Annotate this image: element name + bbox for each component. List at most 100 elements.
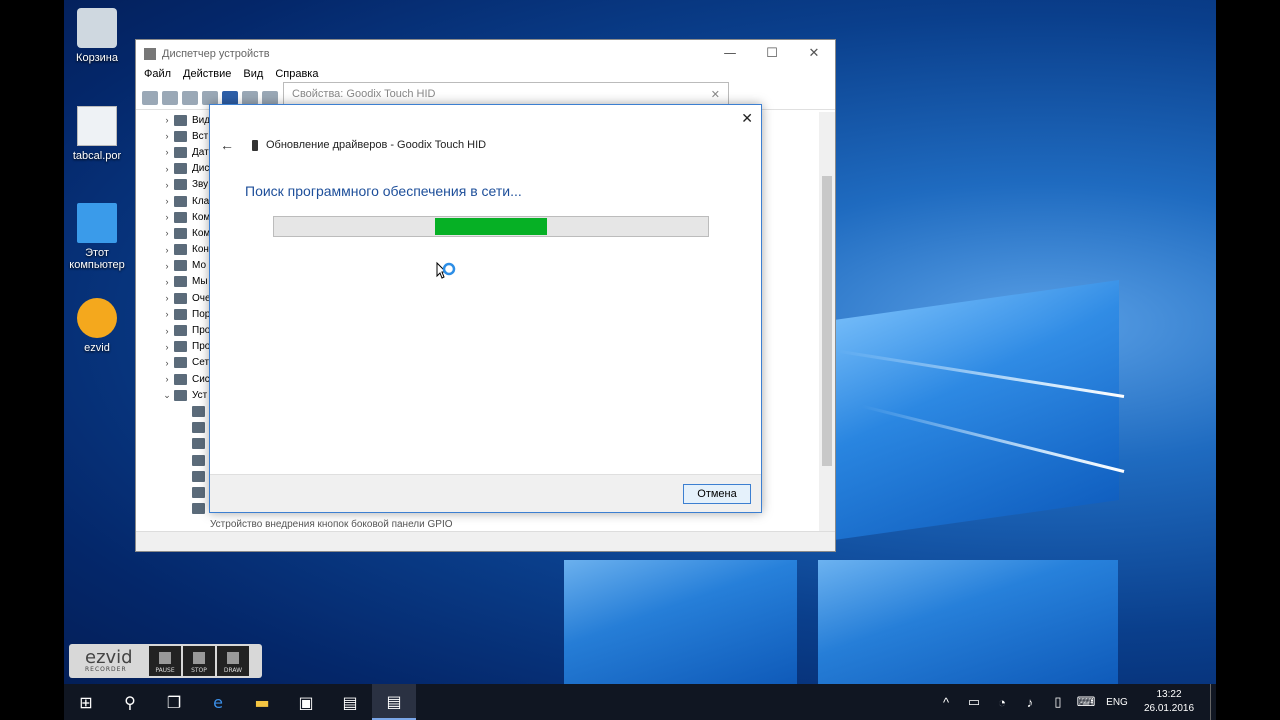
hid-device-icon <box>192 470 205 482</box>
chevron-right-icon[interactable]: › <box>160 277 174 287</box>
console-tree-icon[interactable] <box>182 90 198 105</box>
tree-item-label: Кон <box>192 244 209 256</box>
stop-button[interactable]: STOP <box>183 646 215 676</box>
pen-icon <box>227 652 239 664</box>
device-category-icon <box>174 292 187 304</box>
menu-view[interactable]: Вид <box>243 68 263 86</box>
play-icon <box>77 298 117 338</box>
chevron-right-icon[interactable]: › <box>160 261 174 271</box>
chevron-right-icon[interactable]: › <box>160 342 174 352</box>
volume-icon[interactable]: ♪ <box>1016 695 1044 710</box>
chevron-right-icon[interactable]: › <box>160 115 174 125</box>
maximize-button[interactable]: ☐ <box>751 40 793 66</box>
pause-button[interactable]: PAUSE <box>149 646 181 676</box>
properties-title: Свойства: Goodix Touch HID <box>292 88 436 100</box>
hid-device-icon <box>192 422 205 434</box>
tree-item-label: Мо <box>192 260 207 272</box>
tree-child-item[interactable]: Устройство внедрения кнопок боковой пане… <box>136 517 820 532</box>
window-title: Диспетчер устройств <box>162 48 270 60</box>
desktop: Корзина tabcal.por Этот компьютер ezvid … <box>64 0 1216 720</box>
chevron-right-icon[interactable]: › <box>160 180 174 190</box>
chevron-right-icon[interactable]: › <box>160 293 174 303</box>
chevron-right-icon[interactable]: › <box>160 309 174 319</box>
task-view-icon[interactable]: ❐ <box>152 684 196 720</box>
device-category-icon <box>174 163 187 175</box>
close-icon[interactable]: ✕ <box>741 111 753 127</box>
dialog-header: ← Обновление драйверов - Goodix Touch HI… <box>220 137 486 153</box>
forward-arrow-icon[interactable] <box>162 90 178 105</box>
chevron-right-icon[interactable]: › <box>160 212 174 222</box>
tree-item-label: Про <box>192 341 211 353</box>
window-controls: — ☐ ✕ <box>709 40 835 66</box>
desktop-icon-this-pc[interactable]: Этот компьютер <box>64 203 135 271</box>
tree-item-label: Устройство внедрения кнопок боковой пане… <box>210 519 453 531</box>
vertical-scrollbar[interactable] <box>819 112 835 532</box>
notification-icon[interactable]: ▯ <box>1044 694 1072 710</box>
device-category-icon <box>174 357 187 369</box>
chevron-right-icon[interactable]: › <box>160 374 174 384</box>
dialog-heading: Обновление драйверов - Goodix Touch HID <box>266 139 487 151</box>
language-indicator[interactable]: ENG <box>1100 697 1134 708</box>
device-manager-taskbar-icon[interactable]: ▤ <box>328 684 372 720</box>
hid-device-icon <box>192 503 205 515</box>
chevron-right-icon[interactable]: › <box>160 358 174 368</box>
desktop-icon-tabcal[interactable]: tabcal.por <box>64 106 135 162</box>
computer-icon <box>77 203 117 243</box>
show-desktop-button[interactable] <box>1210 684 1216 720</box>
tree-item-label: Пор <box>192 308 211 320</box>
minimize-button[interactable]: — <box>709 40 751 66</box>
hid-device-icon <box>192 454 205 466</box>
close-icon[interactable]: ✕ <box>711 88 720 101</box>
chevron-right-icon[interactable]: › <box>160 147 174 157</box>
chevron-up-icon[interactable]: ^ <box>932 695 960 710</box>
chevron-right-icon[interactable]: › <box>160 245 174 255</box>
chevron-right-icon[interactable]: › <box>160 326 174 336</box>
cancel-button[interactable]: Отмена <box>683 484 751 504</box>
store-icon[interactable]: ▣ <box>284 684 328 720</box>
chevron-right-icon[interactable]: › <box>160 164 174 174</box>
tree-item-label: Дис <box>192 163 210 175</box>
view-icon[interactable] <box>242 90 258 105</box>
desktop-icon-recycle-bin[interactable]: Корзина <box>64 8 135 64</box>
tree-item-label: Оче <box>192 292 211 304</box>
properties-icon[interactable] <box>202 90 218 105</box>
search-icon[interactable]: ⚲ <box>108 684 152 720</box>
search-status-message: Поиск программного обеспечения в сети... <box>245 183 522 199</box>
ezvid-logo: ezvid RECORDER <box>85 647 133 673</box>
recycle-bin-icon <box>77 8 117 48</box>
keyboard-icon[interactable]: ⌨ <box>1072 694 1100 710</box>
tree-item-label: Уст <box>192 389 208 401</box>
device-icon <box>252 139 258 151</box>
chevron-right-icon[interactable]: › <box>160 228 174 238</box>
stop-icon <box>193 652 205 664</box>
desktop-icon-ezvid[interactable]: ezvid <box>64 298 135 354</box>
device-category-icon <box>174 179 187 191</box>
menu-file[interactable]: Файл <box>144 68 171 86</box>
chevron-right-icon[interactable]: › <box>160 196 174 206</box>
scrollbar-thumb[interactable] <box>822 176 832 466</box>
scan-icon[interactable] <box>262 90 278 105</box>
hid-device-icon <box>192 438 205 450</box>
device-manager-active-taskbar-icon[interactable]: ▤ <box>372 684 416 720</box>
back-arrow-icon[interactable] <box>142 90 158 105</box>
taskbar: ⊞ ⚲ ❐ e ▬ ▣ ▤ ▤ ^ ▭ ◔ ♪ ▯ ⌨ ENG 13:22 26… <box>64 684 1216 720</box>
hid-device-icon <box>192 405 205 417</box>
draw-button[interactable]: DRAW <box>217 646 249 676</box>
system-tray: ^ ▭ ◔ ♪ ▯ ⌨ ENG 13:22 26.01.2016 <box>932 684 1216 720</box>
back-arrow-icon[interactable]: ← <box>220 137 240 153</box>
clock[interactable]: 13:22 26.01.2016 <box>1134 688 1204 716</box>
close-button[interactable]: ✕ <box>793 40 835 66</box>
edge-browser-icon[interactable]: e <box>196 684 240 720</box>
device-category-icon <box>174 244 187 256</box>
file-explorer-icon[interactable]: ▬ <box>240 684 284 720</box>
help-icon[interactable] <box>222 90 238 105</box>
start-button[interactable]: ⊞ <box>64 684 108 720</box>
chevron-right-icon[interactable]: › <box>160 131 174 141</box>
battery-icon[interactable]: ▭ <box>960 694 988 710</box>
network-icon[interactable]: ◔ <box>988 695 1016 710</box>
chevron-down-icon[interactable]: ⌄ <box>160 390 174 401</box>
update-drivers-dialog: ✕ ← Обновление драйверов - Goodix Touch … <box>209 104 762 513</box>
dialog-footer: Отмена <box>210 474 761 512</box>
device-category-icon <box>174 130 187 142</box>
menu-action[interactable]: Действие <box>183 68 231 86</box>
